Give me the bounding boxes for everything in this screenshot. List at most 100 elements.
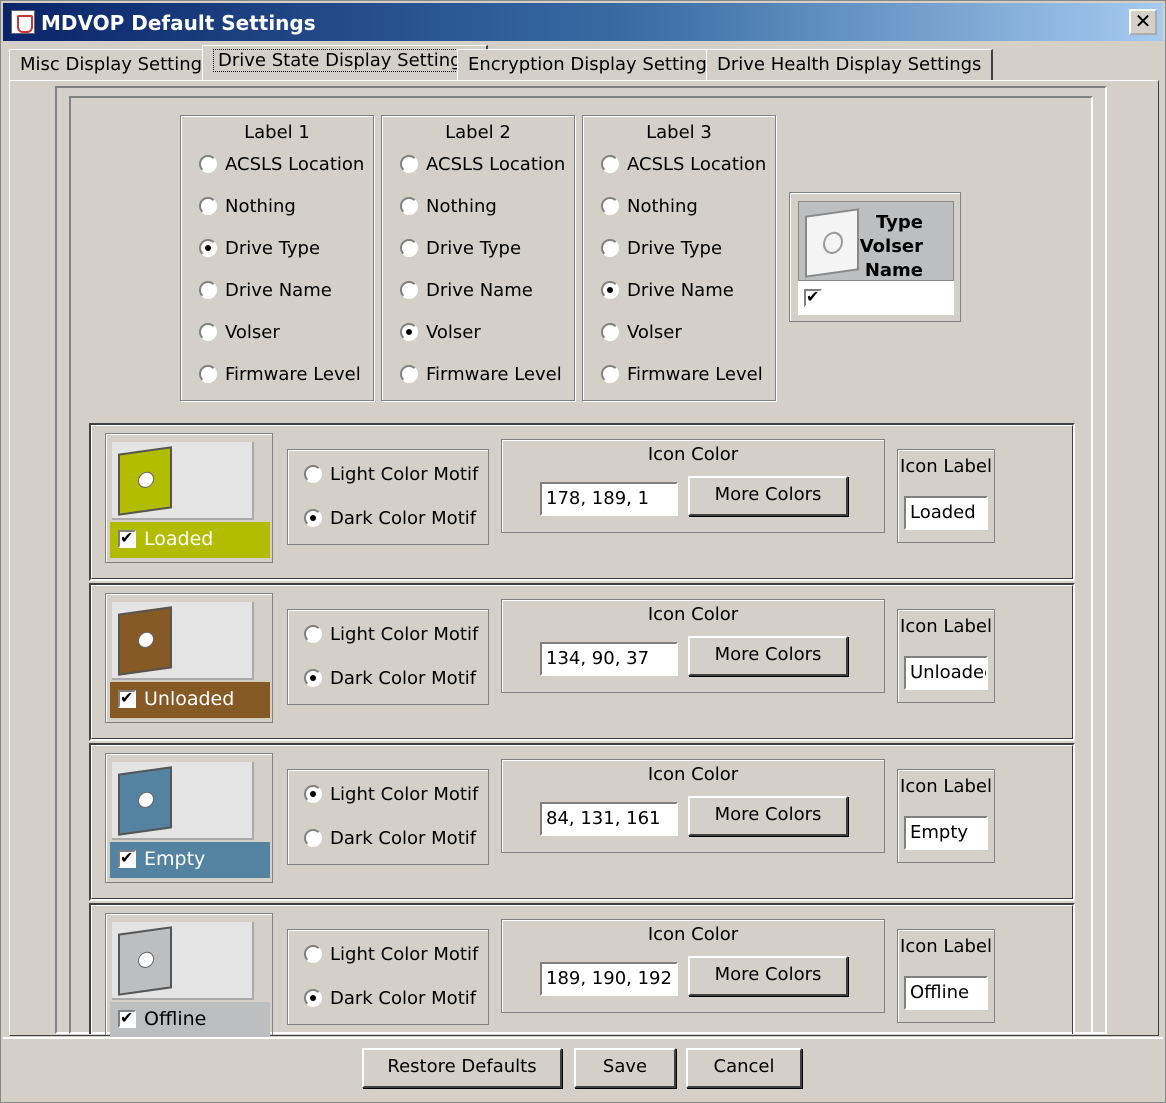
- icon-label-group: Icon Label Offline: [897, 929, 995, 1023]
- radio-button[interactable]: [304, 509, 322, 527]
- radio-button[interactable]: [601, 365, 619, 383]
- label1-option-drive-name[interactable]: Drive Name: [199, 280, 332, 306]
- radio-button[interactable]: [601, 239, 619, 257]
- state-icon-card: Unloaded: [105, 593, 273, 723]
- rgb-value-field[interactable]: 84, 131, 161: [540, 802, 678, 836]
- icon-label-group: Icon Label Empty: [897, 769, 995, 863]
- icon-label-title: Icon Label: [900, 936, 992, 957]
- state-enabled-checkbox[interactable]: [118, 688, 136, 708]
- more-colors-button[interactable]: More Colors: [688, 476, 848, 516]
- label2-option-drive-name[interactable]: Drive Name: [400, 280, 533, 306]
- label3-option-firmware-level[interactable]: Firmware Level: [601, 364, 763, 390]
- radio-button[interactable]: [601, 155, 619, 173]
- preview-check-row: [798, 281, 954, 315]
- label3-option-drive-name[interactable]: Drive Name: [601, 280, 734, 306]
- icon-label-field[interactable]: Loaded: [904, 496, 988, 530]
- state-enabled-checkbox[interactable]: [118, 848, 136, 868]
- dark-motif-option[interactable]: Dark Color Motif: [304, 828, 476, 854]
- state-enabled-checkbox[interactable]: [118, 528, 136, 548]
- radio-button[interactable]: [400, 281, 418, 299]
- dark-motif-option[interactable]: Dark Color Motif: [304, 988, 476, 1014]
- radio-button[interactable]: [400, 197, 418, 215]
- label1-option-firmware-level[interactable]: Firmware Level: [199, 364, 361, 390]
- window-title: MDVOP Default Settings: [41, 11, 316, 35]
- label3-option-nothing[interactable]: Nothing: [601, 196, 698, 222]
- icon-color-group: Icon Color 134, 90, 37 More Colors: [501, 599, 885, 693]
- icon-label-field[interactable]: Offline: [904, 976, 988, 1010]
- label2-option-drive-type[interactable]: Drive Type: [400, 238, 521, 264]
- radio-button[interactable]: [199, 155, 217, 173]
- label3-option-acsls-location[interactable]: ACSLS Location: [601, 154, 766, 180]
- label2-option-firmware-level[interactable]: Firmware Level: [400, 364, 562, 390]
- label1-option-volser[interactable]: Volser: [199, 322, 280, 348]
- state-name: Unloaded: [144, 688, 235, 710]
- preview-line-name: Name: [864, 260, 923, 281]
- more-colors-button[interactable]: More Colors: [688, 796, 848, 836]
- radio-button[interactable]: [199, 281, 217, 299]
- label3-option-drive-type[interactable]: Drive Type: [601, 238, 722, 264]
- state-strip: Empty: [110, 842, 270, 878]
- state-enabled-checkbox[interactable]: [118, 1008, 136, 1028]
- radio-button[interactable]: [304, 625, 322, 643]
- radio-button[interactable]: [199, 323, 217, 341]
- rgb-value-field[interactable]: 178, 189, 1: [540, 482, 678, 516]
- more-colors-button[interactable]: More Colors: [688, 636, 848, 676]
- tab-misc-display[interactable]: Misc Display Settings: [9, 49, 224, 81]
- label1-option-drive-type[interactable]: Drive Type: [199, 238, 320, 264]
- dark-motif-option[interactable]: Dark Color Motif: [304, 508, 476, 534]
- light-motif-option[interactable]: Light Color Motif: [304, 784, 478, 810]
- radio-button[interactable]: [601, 281, 619, 299]
- label-preview: Type Volser Name: [789, 192, 961, 322]
- radio-button[interactable]: [304, 945, 322, 963]
- icon-label-field[interactable]: Empty: [904, 816, 988, 850]
- icon-color-group: Icon Color 178, 189, 1 More Colors: [501, 439, 885, 533]
- radio-button[interactable]: [304, 829, 322, 847]
- preview-line-type: Type: [876, 212, 923, 233]
- dark-motif-option[interactable]: Dark Color Motif: [304, 668, 476, 694]
- label2-option-volser[interactable]: Volser: [400, 322, 481, 348]
- settings-dialog: MDVOP Default Settings ✕ Misc Display Se…: [0, 0, 1166, 1103]
- light-motif-option[interactable]: Light Color Motif: [304, 464, 478, 490]
- icon-label-group: Icon Label Loaded: [897, 449, 995, 543]
- more-colors-button[interactable]: More Colors: [688, 956, 848, 996]
- preview-checkbox[interactable]: [804, 287, 822, 307]
- radio-button[interactable]: [400, 155, 418, 173]
- radio-button[interactable]: [400, 365, 418, 383]
- restore-defaults-button[interactable]: Restore Defaults: [362, 1048, 562, 1088]
- tab-drive-health-display[interactable]: Drive Health Display Settings: [706, 49, 994, 81]
- java-app-icon: [11, 10, 35, 34]
- light-motif-option[interactable]: Light Color Motif: [304, 624, 478, 650]
- radio-button[interactable]: [304, 669, 322, 687]
- state-strip: Offline: [110, 1002, 270, 1038]
- radio-button[interactable]: [199, 197, 217, 215]
- radio-button[interactable]: [304, 465, 322, 483]
- radio-button[interactable]: [304, 989, 322, 1007]
- label2-option-acsls-location[interactable]: ACSLS Location: [400, 154, 565, 180]
- radio-button[interactable]: [601, 197, 619, 215]
- light-motif-option[interactable]: Light Color Motif: [304, 944, 478, 970]
- cancel-button[interactable]: Cancel: [686, 1048, 802, 1088]
- icon-label-field[interactable]: Unloaded: [904, 656, 988, 690]
- state-panel-unloaded: Unloaded Light Color Motif Dark Color Mo…: [89, 583, 1075, 741]
- label1-option-acsls-location[interactable]: ACSLS Location: [199, 154, 364, 180]
- divider: [3, 1037, 1163, 1039]
- radio-button[interactable]: [601, 323, 619, 341]
- radio-button[interactable]: [400, 239, 418, 257]
- radio-button[interactable]: [199, 365, 217, 383]
- label2-option-nothing[interactable]: Nothing: [400, 196, 497, 222]
- tab-drive-state-display[interactable]: Drive State Display Settings: [202, 45, 488, 81]
- save-button[interactable]: Save: [574, 1048, 676, 1088]
- radio-button[interactable]: [400, 323, 418, 341]
- tab-strip: Misc Display Settings Drive State Displa…: [9, 45, 1159, 81]
- rgb-value-field[interactable]: 189, 190, 192: [540, 962, 678, 996]
- label1-option-nothing[interactable]: Nothing: [199, 196, 296, 222]
- icon-label-title: Icon Label: [900, 776, 992, 797]
- radio-button[interactable]: [304, 785, 322, 803]
- label3-option-volser[interactable]: Volser: [601, 322, 682, 348]
- close-icon[interactable]: ✕: [1129, 9, 1157, 35]
- rgb-value-field[interactable]: 134, 90, 37: [540, 642, 678, 676]
- icon-color-title: Icon Color: [647, 604, 739, 625]
- icon-color-title: Icon Color: [647, 764, 739, 785]
- tab-encryption-display[interactable]: Encryption Display Settings: [457, 49, 729, 81]
- radio-button[interactable]: [199, 239, 217, 257]
